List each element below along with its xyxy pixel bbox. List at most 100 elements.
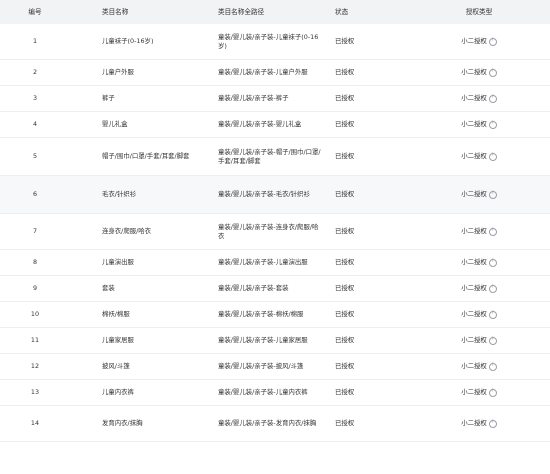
- row-status: 已授权: [335, 37, 355, 45]
- row-status: 已授权: [335, 362, 355, 370]
- question-circle-icon[interactable]: ?: [488, 419, 497, 428]
- row-category-name: 帽子/围巾/口罩/手套/耳套/脚套: [102, 152, 190, 160]
- row-category-name: 套装: [102, 284, 115, 292]
- row-auth-type-label: 小二授权: [461, 258, 487, 266]
- header-type: 授权类型: [465, 7, 493, 16]
- row-status: 已授权: [335, 310, 355, 318]
- row-id: 5: [32, 152, 38, 160]
- question-circle-icon[interactable]: ?: [488, 152, 497, 161]
- row-category-path-text: 童装/婴儿装/亲子装-帽子/围巾/口罩/手套/耳套/脚套: [218, 147, 321, 165]
- question-circle-icon[interactable]: ?: [488, 37, 497, 46]
- row-category-name: 裤子: [102, 94, 115, 102]
- row-auth-type: 小二授权?: [434, 276, 524, 301]
- row-category-path: 童装/婴儿装/亲子装-婴儿礼盒: [218, 112, 323, 137]
- row-auth-type: 小二授权?: [434, 354, 524, 379]
- question-circle-icon[interactable]: ?: [488, 68, 497, 77]
- row-category-path-text: 童装/婴儿装/亲子装-儿童袜子(0-16岁): [218, 32, 319, 50]
- row-auth-type-label: 小二授权: [461, 419, 487, 427]
- row-status: 已授权: [335, 419, 355, 427]
- question-circle-icon[interactable]: ?: [488, 94, 497, 103]
- table-row: 12 披风/斗篷 童装/婴儿装/亲子装-披风/斗篷 已授权 小二授权?: [0, 354, 550, 380]
- header-status: 状态: [335, 7, 349, 16]
- row-category-name: 婴儿礼盒: [102, 120, 128, 128]
- row-id: 8: [32, 258, 38, 266]
- row-category-path: 童装/婴儿装/亲子装-裤子: [218, 86, 323, 111]
- row-category-path: 童装/婴儿装/亲子装-连身衣/爬服/哈衣: [218, 214, 323, 249]
- row-category-path: 童装/婴儿装/亲子装-儿童袜子(0-16岁): [218, 24, 323, 59]
- row-auth-type: 小二授权?: [434, 60, 524, 85]
- row-id: 4: [32, 120, 38, 128]
- table-row: 14 发育内衣/抹胸 童装/婴儿装/亲子装-发育内衣/抹胸 已授权 小二授权?: [0, 406, 550, 442]
- row-auth-type-label: 小二授权: [461, 120, 487, 128]
- row-category-name: 儿童户外服: [102, 68, 134, 76]
- question-circle-icon[interactable]: ?: [488, 310, 497, 319]
- header-path: 类目名称全路径: [218, 7, 265, 16]
- row-category-name: 披风/斗篷: [102, 362, 130, 370]
- row-category-name: 儿童演出服: [102, 258, 134, 266]
- row-category-path: 童装/婴儿装/亲子装-帽子/围巾/口罩/手套/耳套/脚套: [218, 138, 323, 175]
- row-auth-type: 小二授权?: [434, 24, 524, 59]
- row-status: 已授权: [335, 258, 355, 266]
- row-auth-type: 小二授权?: [434, 406, 524, 441]
- table-row: 11 儿童家居服 童装/婴儿装/亲子装-儿童家居服 已授权 小二授权?: [0, 328, 550, 354]
- row-category-path-text: 童装/婴儿装/亲子装-婴儿礼盒: [218, 120, 302, 128]
- row-category-path: 童装/婴儿装/亲子装-儿童家居服: [218, 328, 323, 353]
- row-category-name: 发育内衣/抹胸: [102, 419, 143, 427]
- question-circle-icon[interactable]: ?: [488, 227, 497, 236]
- row-auth-type-label: 小二授权: [461, 284, 487, 292]
- row-category-name: 毛衣/针织衫: [102, 190, 137, 198]
- question-circle-icon[interactable]: ?: [488, 190, 497, 199]
- row-category-name: 棉袄/棉服: [102, 310, 130, 318]
- row-status: 已授权: [335, 336, 355, 344]
- row-auth-type-label: 小二授权: [461, 190, 487, 198]
- row-id: 3: [32, 94, 38, 102]
- row-category-path-text: 童装/婴儿装/亲子装-儿童家居服: [218, 336, 308, 344]
- row-category-path: 童装/婴儿装/亲子装-儿童演出服: [218, 250, 323, 275]
- row-auth-type: 小二授权?: [434, 112, 524, 137]
- row-status: 已授权: [335, 190, 355, 198]
- question-circle-icon[interactable]: ?: [488, 120, 497, 129]
- row-category-path-text: 童装/婴儿装/亲子装-儿童户外服: [218, 68, 308, 76]
- row-id: 13: [30, 388, 40, 396]
- row-auth-type-label: 小二授权: [461, 152, 487, 160]
- question-circle-icon[interactable]: ?: [488, 284, 497, 293]
- table-row: 4 婴儿礼盒 童装/婴儿装/亲子装-婴儿礼盒 已授权 小二授权?: [0, 112, 550, 138]
- row-category-name: 儿童袜子(0-16岁): [102, 37, 154, 45]
- row-auth-type-label: 小二授权: [461, 310, 487, 318]
- table-body: 1 儿童袜子(0-16岁) 童装/婴儿装/亲子装-儿童袜子(0-16岁) 已授权 小二授…: [0, 24, 550, 442]
- table-row: 6 毛衣/针织衫 童装/婴儿装/亲子装-毛衣/针织衫 已授权 小二授权?: [0, 176, 550, 214]
- row-id: 10: [30, 310, 40, 318]
- row-category-path: 童装/婴儿装/亲子装-发育内衣/抹胸: [218, 406, 323, 441]
- row-auth-type: 小二授权?: [434, 138, 524, 175]
- table-row: 8 儿童演出服 童装/婴儿装/亲子装-儿童演出服 已授权 小二授权?: [0, 250, 550, 276]
- row-status: 已授权: [335, 284, 355, 292]
- row-category-path: 童装/婴儿装/亲子装-披风/斗篷: [218, 354, 323, 379]
- row-id: 2: [32, 68, 38, 76]
- header-id: 编号: [28, 7, 42, 16]
- row-category-path-text: 童装/婴儿装/亲子装-裤子: [218, 94, 289, 102]
- question-circle-icon[interactable]: ?: [488, 362, 497, 371]
- row-id: 11: [30, 336, 40, 344]
- table-row: 2 儿童户外服 童装/婴儿装/亲子装-儿童户外服 已授权 小二授权?: [0, 60, 550, 86]
- row-id: 12: [30, 362, 40, 370]
- row-status: 已授权: [335, 227, 355, 235]
- row-status: 已授权: [335, 68, 355, 76]
- question-circle-icon[interactable]: ?: [488, 388, 497, 397]
- row-auth-type-label: 小二授权: [461, 37, 487, 45]
- row-category-path-text: 童装/婴儿装/亲子装-连身衣/爬服/哈衣: [218, 222, 319, 240]
- question-circle-icon[interactable]: ?: [488, 258, 497, 267]
- row-category-name: 儿童内衣裤: [102, 388, 134, 396]
- row-category-path-text: 童装/婴儿装/亲子装-披风/斗篷: [218, 362, 304, 370]
- row-category-path-text: 童装/婴儿装/亲子装-毛衣/针织衫: [218, 190, 310, 198]
- row-category-path-text: 童装/婴儿装/亲子装-发育内衣/抹胸: [218, 419, 317, 427]
- row-auth-type-label: 小二授权: [461, 227, 487, 235]
- question-circle-icon[interactable]: ?: [488, 336, 497, 345]
- category-table: 编号 类目名称 类目名称全路径 状态 授权类型 1 儿童袜子(0-16岁) 童装/婴…: [0, 0, 550, 442]
- row-auth-type-label: 小二授权: [461, 362, 487, 370]
- row-id: 14: [30, 419, 40, 427]
- row-category-path: 童装/婴儿装/亲子装-儿童内衣裤: [218, 380, 323, 405]
- row-auth-type: 小二授权?: [434, 214, 524, 249]
- row-auth-type-label: 小二授权: [461, 68, 487, 76]
- row-auth-type: 小二授权?: [434, 328, 524, 353]
- row-id: 7: [32, 227, 38, 235]
